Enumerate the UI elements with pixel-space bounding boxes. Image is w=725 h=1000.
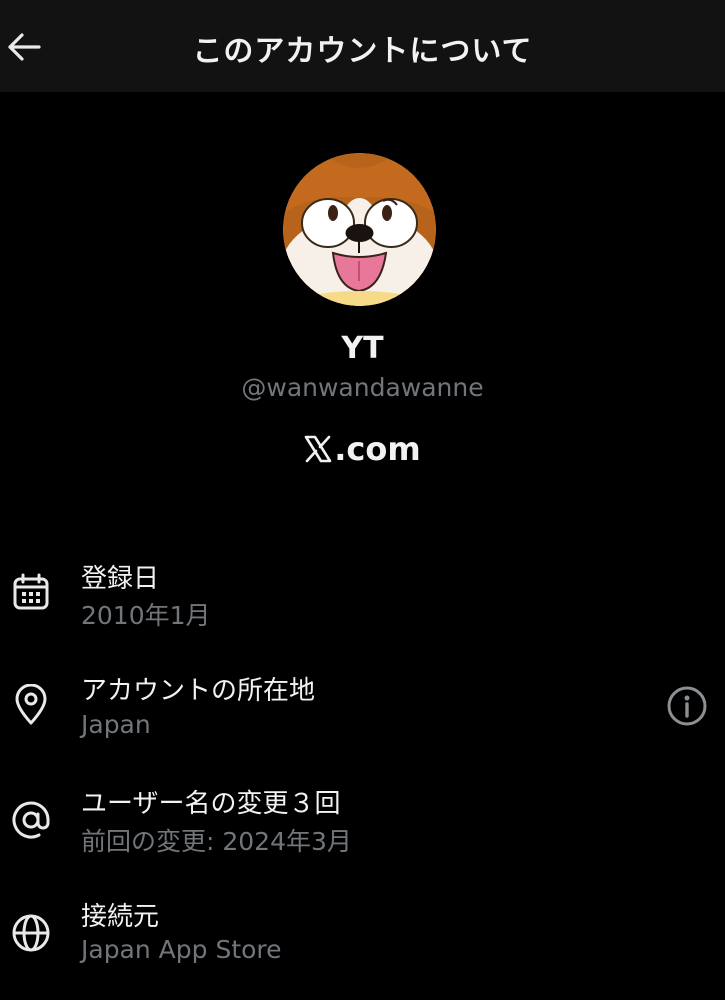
x-logo-icon [304,435,332,463]
location-value: Japan [81,710,151,739]
page-title: このアカウントについて [192,34,533,69]
dog-face-avatar [283,153,436,306]
platform-label: .com [0,430,725,468]
location-info-button[interactable] [665,684,709,728]
globe-icon [10,912,52,954]
location-pin-icon [10,684,52,726]
at-sign-icon [10,799,52,841]
connected-from-value: Japan App Store [81,935,282,964]
detail-registration: 登録日 2010年1月 [0,556,725,656]
location-label: アカウントの所在地 [81,676,316,706]
avatar[interactable] [283,153,436,306]
display-name: YT [341,331,384,366]
registration-value: 2010年1月 [81,601,211,630]
info-circle-icon [667,686,707,726]
username-changes-value: 前回の変更: 2024年3月 [81,827,352,856]
detail-connected-from: 接続元 Japan App Store [0,894,725,994]
detail-location: アカウントの所在地 Japan [0,668,725,768]
platform-domain: .com [334,430,421,468]
username-changes-label: ユーザー名の変更３回 [81,789,341,819]
connected-from-label: 接続元 [81,902,160,932]
top-header: このアカウントについて [0,0,725,92]
detail-username-changes: ユーザー名の変更３回 前回の変更: 2024年3月 [0,781,725,881]
calendar-icon [10,571,52,613]
username-handle: @wanwandawanne [241,373,484,402]
registration-label: 登録日 [81,564,160,594]
